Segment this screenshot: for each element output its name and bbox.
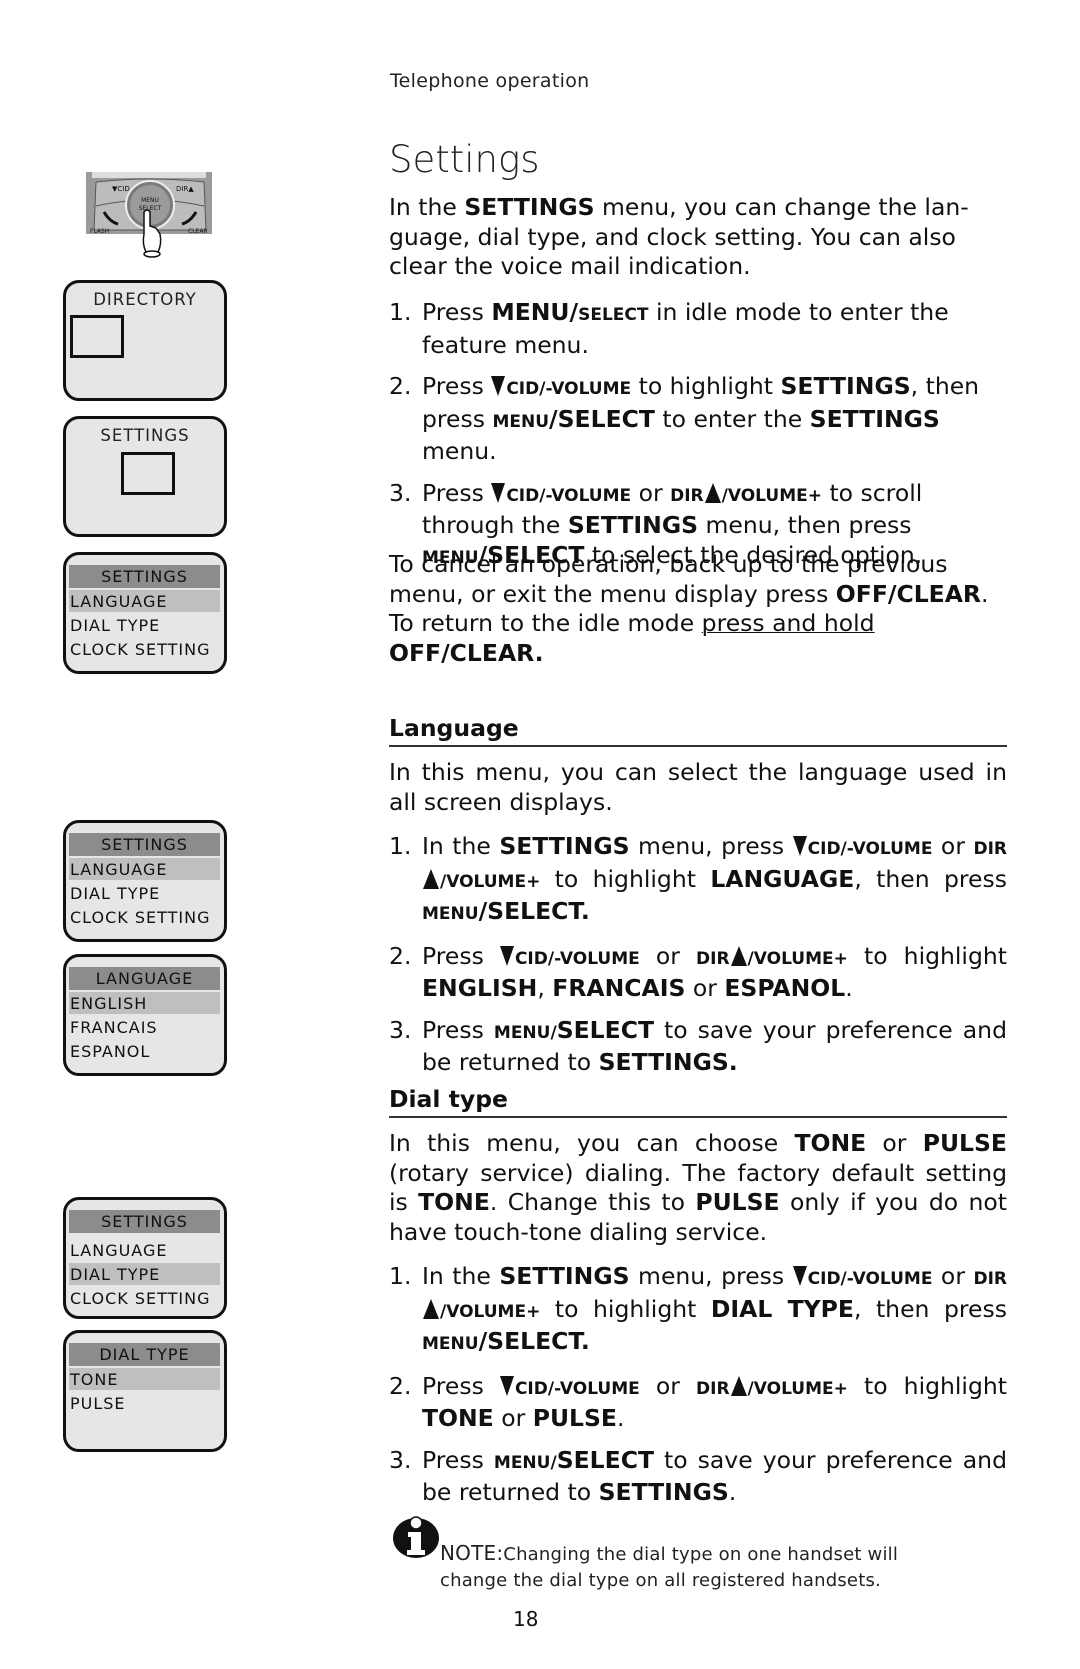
- language-intro: In this menu, you can select the languag…: [389, 758, 1007, 816]
- down-arrow-icon: [499, 945, 514, 966]
- settings-term: SETTINGS: [464, 193, 595, 221]
- step-item: 3. Press MENU/SELECT to save your prefer…: [389, 1445, 1007, 1507]
- screen-settings-menu: SETTINGS LANGUAGE DIAL TYPE CLOCK SETTIN…: [63, 820, 227, 942]
- menu-key-label: MENU: [141, 197, 159, 204]
- up-arrow-icon: [423, 1298, 439, 1319]
- step-item: 2. Press CID/-VOLUME or DIR/VOLUME+ to h…: [389, 941, 1007, 1003]
- clear-key-label: CLEAR: [188, 228, 208, 235]
- step-item: 2. Press CID/-VOLUME or DIR/VOLUME+ to h…: [389, 1371, 1007, 1433]
- menu-item: CLOCK SETTING: [70, 640, 211, 659]
- phone-keypad-graphic: MENU SELECT ▼CID DIR▲ FLASH CLEAR: [86, 172, 212, 258]
- page-title: Settings: [389, 138, 540, 181]
- screen-directory: DIRECTORY: [63, 280, 227, 401]
- screen-language-menu: LANGUAGE ENGLISH FRANCAIS ESPANOL: [63, 954, 227, 1076]
- info-icon: [392, 1512, 440, 1564]
- menu-item: PULSE: [70, 1394, 126, 1413]
- intro-paragraph: In the SETTINGS menu, you can change the…: [389, 193, 969, 280]
- menu-item: LANGUAGE: [70, 1241, 168, 1260]
- menu-title: LANGUAGE: [69, 967, 220, 990]
- step-item: 3. Press MENU/SELECT to save your prefer…: [389, 1015, 1007, 1077]
- note-text: Changing the dial type on one handset wi…: [440, 1544, 899, 1591]
- up-arrow-icon: [730, 945, 747, 966]
- screen-caption: SETTINGS: [100, 426, 190, 445]
- menu-title: DIAL TYPE: [69, 1343, 220, 1366]
- down-arrow-icon: [499, 1375, 514, 1396]
- up-arrow-icon: [730, 1375, 747, 1396]
- menu-item: ENGLISH: [69, 992, 220, 1014]
- menu-item: CLOCK SETTING: [70, 908, 211, 927]
- screen-caption: DIRECTORY: [93, 290, 197, 309]
- note-label: NOTE:: [440, 1541, 504, 1565]
- phone-keypad-illustration: MENU SELECT ▼CID DIR▲ FLASH CLEAR: [84, 172, 218, 262]
- menu-item: TONE: [69, 1368, 220, 1390]
- up-arrow-icon: [423, 868, 439, 889]
- menu-item: ESPANOL: [70, 1042, 151, 1061]
- screen-dialtype-menu: DIAL TYPE TONE PULSE: [63, 1330, 227, 1452]
- language-heading: Language: [389, 714, 1007, 747]
- dialtype-heading: Dial type: [389, 1085, 1007, 1118]
- down-arrow-icon: [792, 836, 807, 856]
- menu-item: DIAL TYPE: [69, 1263, 220, 1285]
- cancel-paragraph: To cancel an operation, back up to the p…: [389, 550, 989, 667]
- flash-key-label: FLASH: [90, 228, 109, 235]
- page-number: 18: [513, 1607, 539, 1631]
- screen-settings: SETTINGS: [63, 416, 227, 537]
- step-item: 1. Press MENU/SELECT in idle mode to ent…: [389, 298, 949, 359]
- dialtype-steps: 1. In the SETTINGS menu, press CID/-VOLU…: [389, 1262, 1007, 1520]
- down-arrow-icon: [491, 482, 506, 503]
- menu-title: SETTINGS: [69, 833, 220, 856]
- menu-title: SETTINGS: [69, 565, 220, 588]
- menu-title: SETTINGS: [69, 1210, 220, 1233]
- down-arrow-icon: [792, 1266, 807, 1286]
- step-item: 1. In the SETTINGS menu, press CID/-VOLU…: [389, 832, 1007, 925]
- note: NOTE:Changing the dial type on one hands…: [440, 1540, 940, 1594]
- cursor-box: [70, 315, 124, 358]
- menu-item: DIAL TYPE: [70, 616, 161, 635]
- press-and-hold-text: press and hold: [701, 609, 875, 637]
- menu-item: DIAL TYPE: [70, 884, 161, 903]
- step-item: 2. Press CID/-VOLUME to highlight SETTIN…: [389, 372, 980, 465]
- section-header: Telephone operation: [390, 70, 590, 92]
- cursor-box: [121, 452, 175, 495]
- menu-item: LANGUAGE: [69, 858, 220, 880]
- step-item: 1. In the SETTINGS menu, press CID/-VOLU…: [389, 1262, 1007, 1355]
- language-steps: 1. In the SETTINGS menu, press CID/-VOLU…: [389, 832, 1007, 1090]
- menu-item: CLOCK SETTING: [70, 1289, 211, 1308]
- cid-key-label: ▼CID: [112, 185, 130, 193]
- settings-steps: 1. Press MENU/SELECT in idle mode to ent…: [389, 298, 1007, 585]
- dialtype-intro: In this menu, you can choose TONE or PUL…: [389, 1129, 1007, 1246]
- up-arrow-icon: [704, 482, 721, 503]
- menu-item: LANGUAGE: [69, 590, 220, 612]
- screen-settings-menu: SETTINGS LANGUAGE DIAL TYPE CLOCK SETTIN…: [63, 1197, 227, 1319]
- menu-item: FRANCAIS: [70, 1018, 158, 1037]
- select-key-label: SELECT: [139, 205, 162, 212]
- dir-key-label: DIR▲: [176, 185, 194, 193]
- screen-settings-menu: SETTINGS LANGUAGE DIAL TYPE CLOCK SETTIN…: [63, 552, 227, 674]
- down-arrow-icon: [491, 376, 506, 396]
